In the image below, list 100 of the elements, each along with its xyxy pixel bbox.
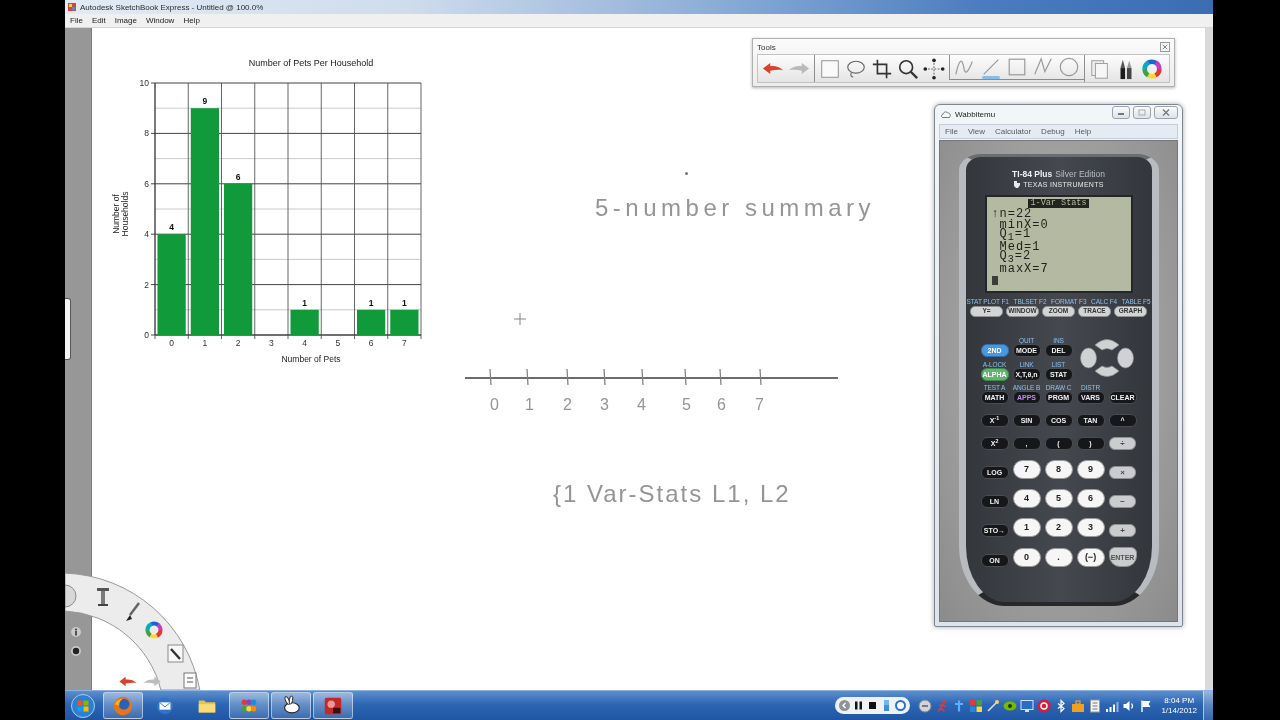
calculator-key[interactable]: . [1044,548,1073,567]
calculator-key[interactable]: 4 [1012,489,1041,508]
left-arrow-icon[interactable] [119,676,137,687]
panel-handle[interactable] [65,298,71,360]
i-beam-icon[interactable] [97,588,109,606]
calculator-key[interactable]: ÷ [1109,437,1136,450]
taskbar-button[interactable] [313,692,353,719]
axis-title: Number of Pets [281,354,341,364]
app-logo-icon [68,3,76,11]
close-button[interactable] [1154,106,1178,119]
menu-item[interactable]: Help [1074,127,1092,136]
tick-label: 10 [139,78,149,88]
wand-icon[interactable] [986,698,1001,713]
dot-icon[interactable] [71,646,81,656]
palette-title: Tools [757,42,776,52]
calculator-key[interactable]: 3 [1076,518,1105,537]
tick-label: 5 [335,338,341,348]
data-label: 9 [202,96,208,107]
minus-circle-icon[interactable] [918,698,933,713]
circle-icon [1058,56,1080,78]
close-icon [1162,44,1168,50]
handwritten-note: {1 Var-Stats L1, L2 [553,480,791,508]
calculator-key[interactable]: 1 [1012,518,1041,537]
pen-square-icon[interactable] [167,644,184,663]
calculator-key[interactable]: 6 [1076,489,1105,508]
rectangle-icon [1006,56,1028,78]
down-arrow-key[interactable] [1094,365,1119,377]
menu-item[interactable]: Debug [1041,127,1065,136]
number-line-label: 0 [490,396,499,414]
calculator-key[interactable]: + [1109,524,1136,537]
number-line-label: 7 [755,396,764,414]
axis-title: Number of Households [111,191,130,237]
window-title: Wabbitemu [955,110,997,119]
bar [357,309,386,335]
right-arrow-key[interactable] [1116,347,1134,369]
tick-label: 7 [402,338,407,348]
calculator-key[interactable]: 5 [1044,489,1073,508]
calculator-key[interactable]: 8 [1044,460,1073,479]
scroll-indicator: ↑ [991,209,1000,220]
number-line-label: 5 [682,396,691,414]
left-arrow-key[interactable] [1079,347,1097,369]
logo-icon [1013,181,1021,188]
screen-line: n=22 [999,209,1033,220]
monitor-icon[interactable] [1020,698,1035,713]
minimize-button[interactable] [1112,106,1130,119]
window-title: Autodesk SketchBook Express - Untitled @ 100.0% [80,2,264,12]
tick-label: 8 [144,128,149,139]
cloud-icon [941,111,951,118]
menu-item[interactable]: File [70,16,83,25]
calculator-key[interactable]: (−) [1076,548,1105,567]
crosshair-icon [514,313,526,325]
taskbar-button[interactable] [271,692,311,719]
search-icon [897,57,919,80]
menu-item[interactable]: Window [145,16,175,25]
data-label: 6 [235,171,241,182]
grid-icon[interactable] [969,698,984,713]
calculator-key[interactable]: 2 [1044,518,1073,537]
show-desktop-button[interactable] [1203,691,1213,720]
info-icon[interactable] [71,627,81,637]
chart-title: Number of Pets Per Household [248,58,374,68]
document-icon[interactable] [183,672,197,689]
calculator-key[interactable]: 7 [1012,460,1041,479]
pause-icon[interactable] [853,700,865,711]
calculator-key[interactable]: 9 [1076,460,1105,479]
disc-icon[interactable] [1037,698,1052,713]
clock-time: 8:04 PM [1164,695,1195,706]
tick-label: 2 [144,279,149,290]
windows-logo-icon [71,693,95,718]
number-line-label: 2 [563,396,572,414]
document-icon[interactable] [1088,698,1103,713]
tick-label: 3 [269,338,274,348]
color-wheel-icon[interactable] [145,621,163,639]
brush-icon[interactable] [126,602,140,621]
calculator-key[interactable]: × [1109,466,1136,479]
up-arrow-key[interactable] [1094,339,1119,351]
menu-item[interactable]: Help [183,16,200,25]
ring-icon[interactable] [895,700,907,711]
left-arrow-icon [762,62,784,75]
menu-item[interactable]: Calculator [995,127,1032,136]
ink-dot-icon [685,172,688,175]
menu-item[interactable]: Image [114,16,137,25]
close-button[interactable] [1160,42,1170,52]
four-arrows-icon [923,57,945,80]
tick-label: 2 [235,338,241,348]
menu-item[interactable]: Edit [91,16,106,25]
maximize-button[interactable] [1133,106,1151,119]
square-icon [1138,109,1146,116]
calculator-key[interactable]: 0 [1012,548,1041,567]
menu-item[interactable]: View [967,127,986,136]
tick-label: 6 [144,178,149,189]
briefcase-icon[interactable] [1071,698,1086,713]
color-wheel-icon [1141,57,1163,80]
data-label: 1 [402,297,407,308]
tick-label: 6 [368,338,374,348]
menu-item[interactable]: File [945,127,958,136]
stop-icon[interactable] [867,700,879,711]
calculator-key[interactable]: − [1109,495,1136,508]
tick-label: 0 [144,330,149,340]
clock-date: 1/14/2012 [1161,705,1197,716]
data-label: 1 [302,297,307,308]
